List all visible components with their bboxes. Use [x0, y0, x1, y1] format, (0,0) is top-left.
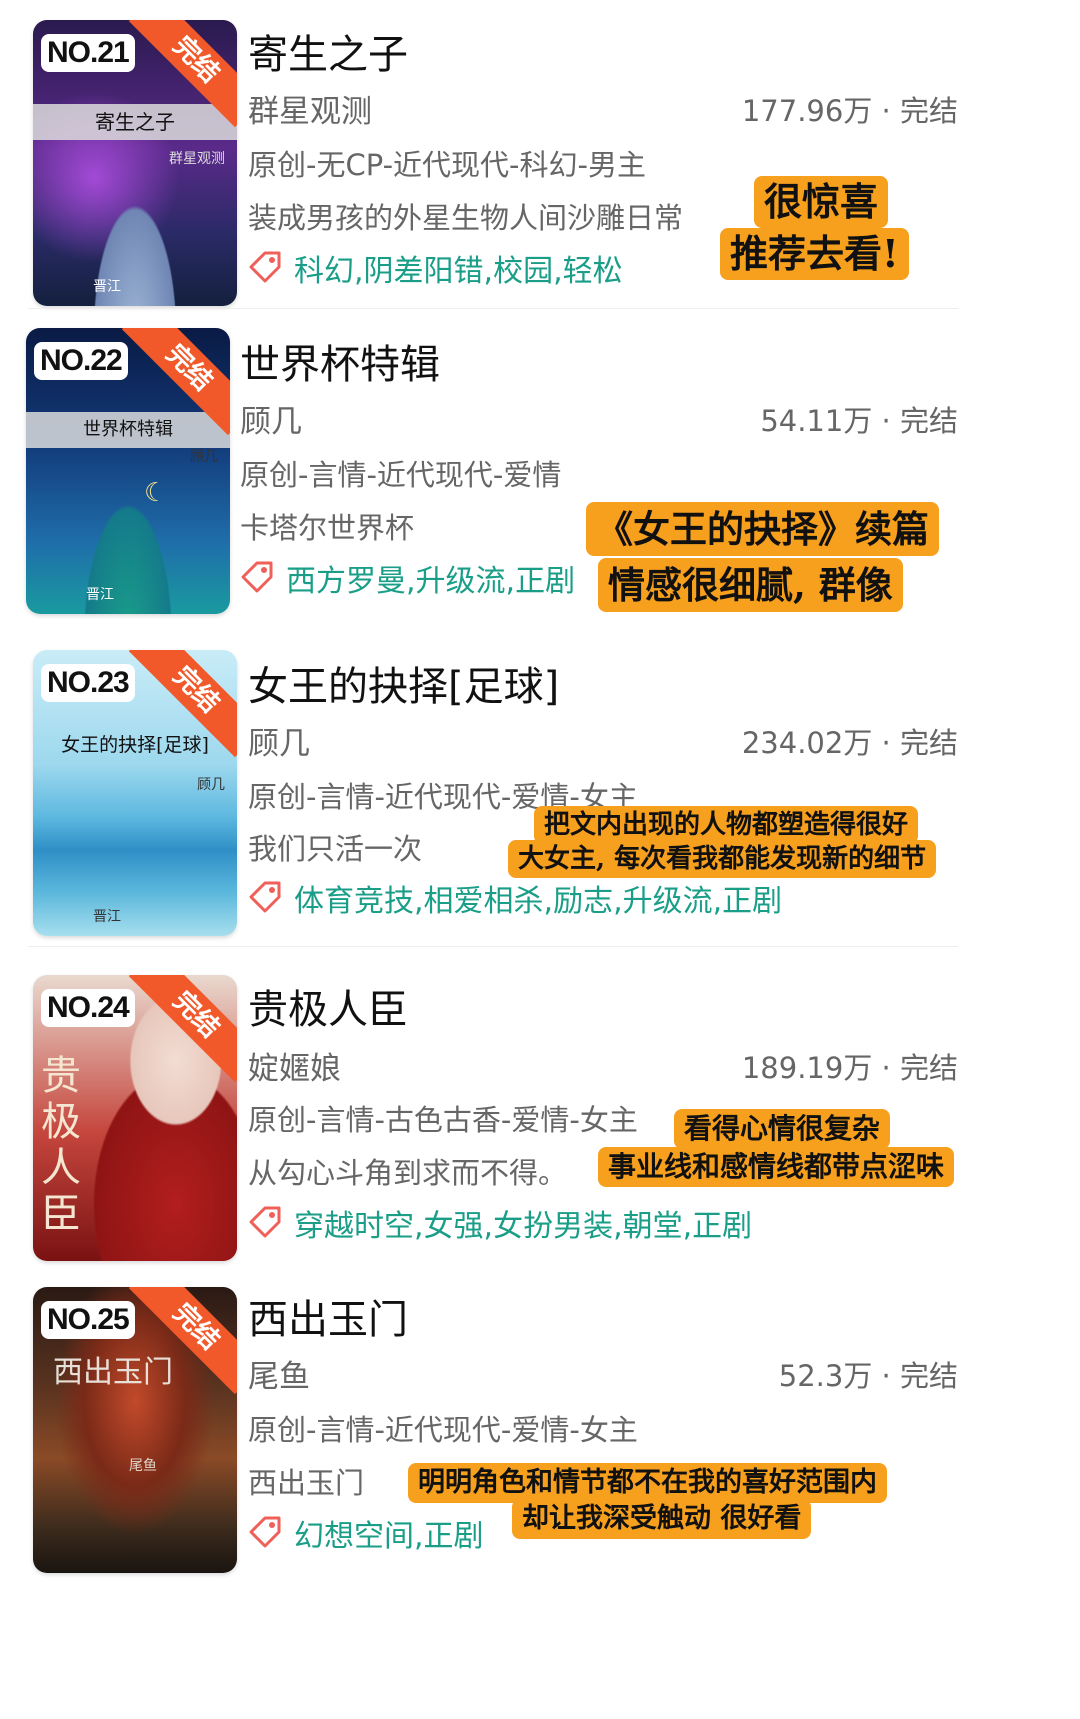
rank-badge: NO.22: [34, 342, 128, 380]
highlight-note: 推荐去看!: [720, 228, 909, 280]
book-category: 原创-言情-古色古香-爱情-女主: [248, 1103, 638, 1137]
book-summary: 装成男孩的外星生物人间沙雕日常: [248, 201, 684, 235]
cover-title: 世界杯特辑: [26, 412, 230, 448]
book-category: 原创-无CP-近代现代-科幻-男主: [248, 148, 646, 182]
highlight-note: 却让我深受触动 很好看: [512, 1499, 812, 1539]
book-author[interactable]: 顾几: [240, 396, 302, 441]
book-item[interactable]: 寄生之子 群星观测 晋江 NO.21 完结 寄生之子 群星观测 177.96万 …: [0, 0, 1080, 306]
cover-author: 尾鱼: [129, 1458, 157, 1474]
book-tags[interactable]: 穿越时空,女强,女扮男装,朝堂,正剧: [294, 1201, 752, 1245]
book-category: 原创-言情-近代现代-爱情: [240, 458, 562, 492]
cover-logo: 晋江: [93, 909, 121, 925]
book-cover[interactable]: 寄生之子 群星观测 晋江 NO.21 完结: [33, 20, 237, 306]
cover-title: 女王的抉择[足球]: [61, 734, 209, 756]
book-author[interactable]: 尾鱼: [248, 1351, 310, 1396]
book-tags[interactable]: 西方罗曼,升级流,正剧: [286, 556, 575, 600]
book-stats: 52.3万 · 完结: [778, 1359, 958, 1393]
book-cover[interactable]: 西出玉门 尾鱼 NO.25 完结: [33, 1287, 237, 1573]
book-item[interactable]: 贵极人臣 NO.24 完结 贵极人臣 婝嫟娘 189.19万 · 完结 原创-言…: [0, 955, 1080, 1265]
book-stats: 54.11万 · 完结: [760, 404, 958, 438]
tag-icon: [241, 561, 273, 593]
book-stats: 177.96万 · 完结: [741, 94, 958, 128]
cover-title: 贵极人臣: [41, 1053, 81, 1237]
rank-badge: NO.24: [41, 989, 135, 1027]
highlight-note: 大女主, 每次看我都能发现新的细节: [508, 840, 937, 878]
book-summary: 西出玉门: [248, 1466, 365, 1500]
book-title[interactable]: 西出玉门: [248, 1287, 408, 1345]
book-summary: 我们只活一次: [248, 832, 423, 866]
book-author[interactable]: 顾几: [248, 718, 310, 763]
cover-title: 寄生之子: [33, 104, 237, 140]
highlight-note: 很惊喜: [754, 176, 889, 228]
divider: [28, 946, 958, 947]
tag-icon: [249, 1516, 281, 1548]
book-summary: 卡塔尔世界杯: [240, 511, 415, 545]
book-item[interactable]: 西出玉门 尾鱼 NO.25 完结 西出玉门 尾鱼 52.3万 · 完结 原创-言…: [0, 1265, 1080, 1573]
book-author[interactable]: 婝嫟娘: [248, 1043, 341, 1088]
book-title[interactable]: 女王的抉择[足球]: [248, 654, 559, 712]
highlight-note: 明明角色和情节都不在我的喜好范围内: [408, 1463, 887, 1503]
book-title[interactable]: 世界杯特辑: [240, 332, 440, 390]
cover-author: 顾几: [190, 449, 218, 465]
cover-author: 顾几: [197, 777, 225, 793]
book-tags[interactable]: 幻想空间,正剧: [294, 1511, 484, 1555]
cover-title: 西出玉门: [53, 1355, 173, 1390]
book-stats: 189.19万 · 完结: [741, 1051, 958, 1085]
tag-icon: [249, 251, 281, 283]
book-title[interactable]: 贵极人臣: [248, 977, 408, 1035]
highlight-note: 情感很细腻, 群像: [598, 558, 903, 612]
book-summary: 从勾心斗角到求而不得。: [248, 1156, 568, 1190]
cover-author: 群星观测: [169, 151, 225, 167]
book-category: 原创-言情-近代现代-爱情-女主: [248, 1413, 638, 1447]
book-tags[interactable]: 科幻,阴差阳错,校园,轻松: [294, 246, 623, 290]
book-cover[interactable]: 贵极人臣 NO.24 完结: [33, 975, 237, 1261]
cover-logo: 晋江: [86, 587, 114, 603]
tag-icon: [249, 881, 281, 913]
book-tags[interactable]: 体育竞技,相爱相杀,励志,升级流,正剧: [294, 876, 782, 920]
rank-badge: NO.21: [41, 34, 135, 72]
highlight-note: 看得心情很复杂: [674, 1109, 891, 1149]
book-title[interactable]: 寄生之子: [248, 22, 408, 80]
rank-badge: NO.25: [41, 1301, 135, 1339]
book-item[interactable]: 女王的抉择[足球] 顾几 晋江 NO.23 完结 女王的抉择[足球] 顾几 23…: [0, 630, 1080, 940]
book-author[interactable]: 群星观测: [248, 86, 372, 131]
cover-logo: 晋江: [93, 279, 121, 295]
book-item[interactable]: 世界杯特辑 顾几 ☾ 晋江 NO.22 完结 世界杯特辑 顾几 54.11万 ·…: [0, 310, 1080, 620]
book-cover[interactable]: 女王的抉择[足球] 顾几 晋江 NO.23 完结: [33, 650, 237, 936]
moon-icon: ☾: [144, 478, 168, 508]
divider: [28, 308, 958, 309]
highlight-note: 把文内出现的人物都塑造得很好: [534, 806, 919, 844]
rank-badge: NO.23: [41, 664, 135, 702]
book-stats: 234.02万 · 完结: [741, 726, 958, 760]
highlight-note: 事业线和感情线都带点涩味: [598, 1147, 955, 1187]
tag-icon: [249, 1206, 281, 1238]
book-cover[interactable]: 世界杯特辑 顾几 ☾ 晋江 NO.22 完结: [26, 328, 230, 614]
highlight-note: 《女王的抉择》续篇: [586, 502, 939, 556]
